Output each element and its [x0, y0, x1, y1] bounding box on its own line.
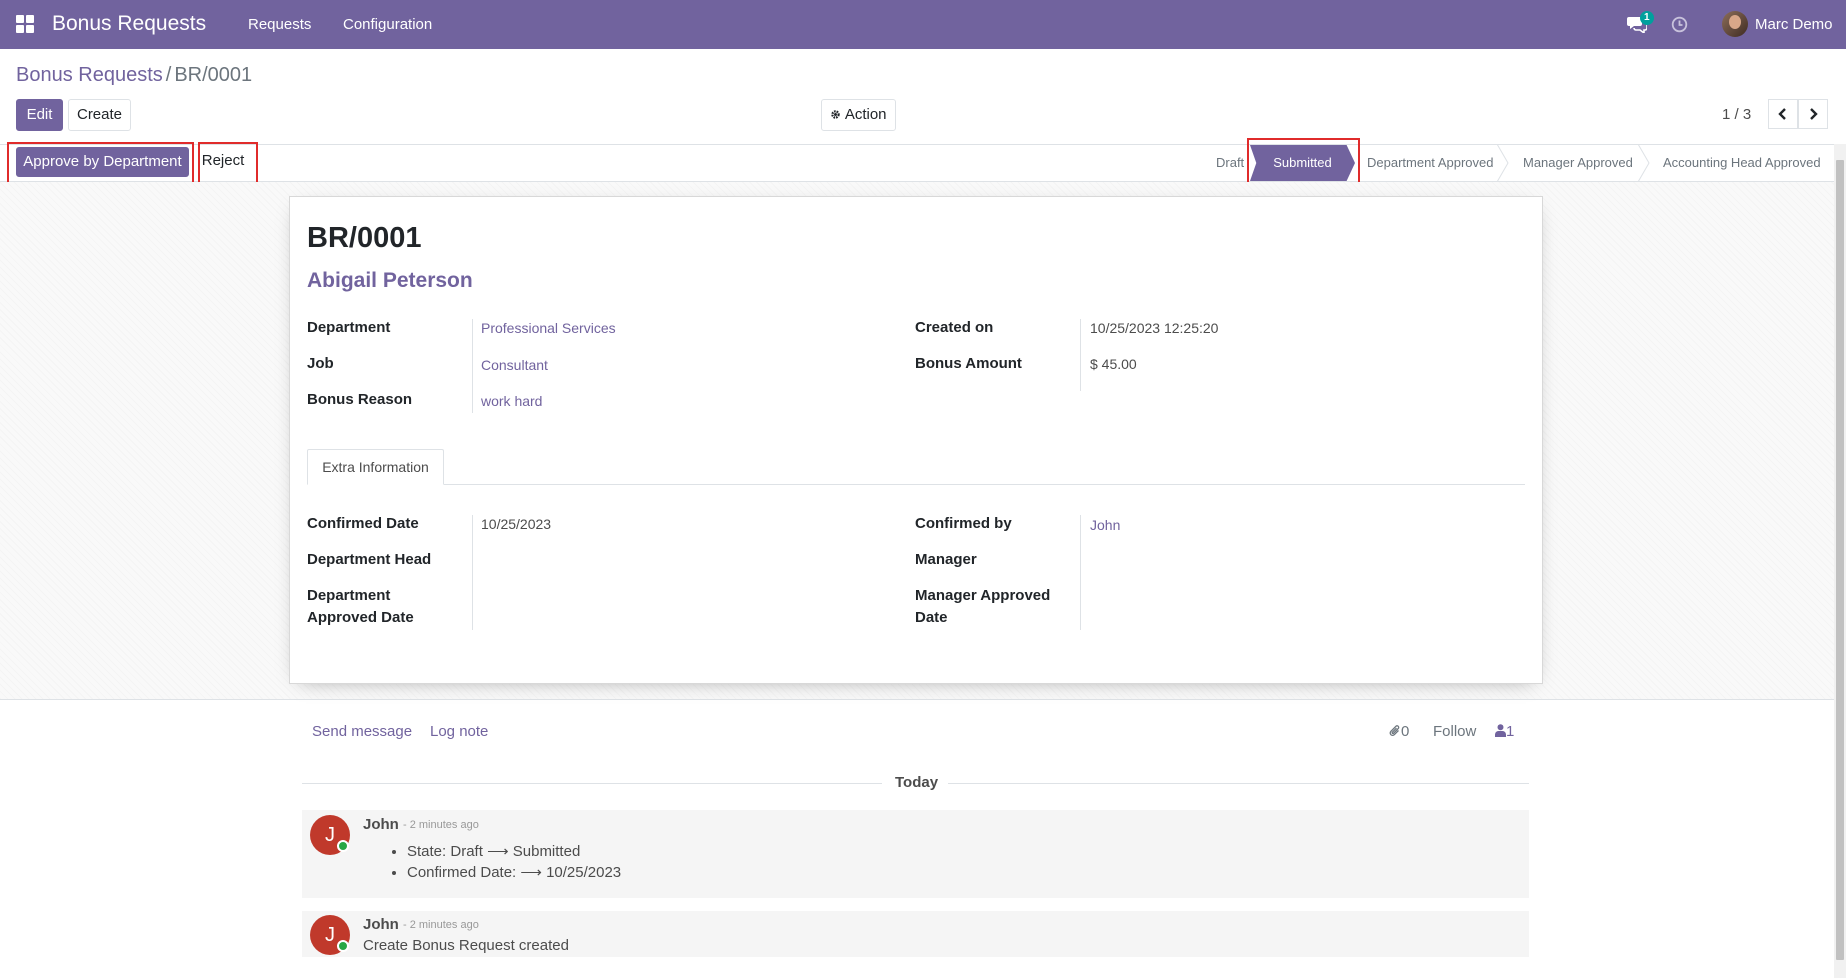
- pager-next-button[interactable]: [1798, 99, 1828, 129]
- message-date: - 2 minutes ago: [403, 819, 479, 831]
- gear-icon: [831, 110, 841, 119]
- long-arrow-right-icon: ⟶: [520, 864, 542, 881]
- date-divider-line: [948, 783, 1529, 784]
- followers-count: 1: [1506, 723, 1515, 740]
- pager-previous-button[interactable]: [1768, 99, 1798, 129]
- message-author[interactable]: John: [363, 916, 399, 933]
- field-divider: [1080, 319, 1081, 391]
- long-arrow-right-icon: ⟶: [487, 843, 509, 860]
- tracking-field: State:: [407, 843, 447, 860]
- follow-button[interactable]: Follow: [1433, 723, 1476, 740]
- confirmed-by-link[interactable]: John: [1090, 517, 1120, 533]
- send-message-button[interactable]: Send message: [312, 723, 412, 740]
- tracking-field: Confirmed Date:: [407, 864, 517, 881]
- field-divider: [1080, 515, 1081, 630]
- message-author[interactable]: John: [363, 816, 399, 833]
- tab-extra-information[interactable]: Extra Information: [307, 449, 444, 485]
- bonus-reason-value: work hard: [481, 393, 543, 409]
- field-divider: [472, 319, 473, 413]
- chat-badge: 1: [1640, 11, 1654, 25]
- highlight-reject: [198, 142, 258, 187]
- label-bonus-reason: Bonus Reason: [307, 391, 413, 408]
- scrollbar-thumb[interactable]: [1836, 160, 1844, 960]
- stage-separator-icon: [1496, 144, 1509, 182]
- followers-button[interactable]: 1: [1495, 723, 1514, 740]
- create-button[interactable]: Create: [68, 99, 131, 131]
- employee-link[interactable]: Abigail Peterson: [307, 269, 473, 293]
- breadcrumb-parent[interactable]: Bonus Requests: [16, 64, 163, 86]
- label-created-on: Created on: [915, 319, 994, 336]
- label-manager-approved-date: Manager Approved Date: [915, 587, 1051, 626]
- date-divider-line: [302, 783, 882, 784]
- online-status-icon: [337, 940, 349, 952]
- online-status-icon: [337, 840, 349, 852]
- label-manager: Manager: [915, 551, 977, 568]
- edit-button[interactable]: Edit: [16, 99, 63, 131]
- message-body: Create Bonus Request created: [363, 937, 569, 954]
- breadcrumb-current: BR/0001: [174, 64, 253, 86]
- user-name[interactable]: Marc Demo: [1755, 16, 1833, 33]
- message-item: J John - 2 minutes ago Create Bonus Requ…: [302, 911, 1529, 957]
- job-link[interactable]: Consultant: [481, 357, 548, 373]
- tracking-item: Confirmed Date: ⟶ 10/25/2023: [407, 863, 621, 884]
- label-confirmed-date: Confirmed Date: [307, 515, 419, 532]
- apps-grid-icon[interactable]: [16, 15, 34, 33]
- label-department-head: Department Head: [307, 551, 432, 568]
- tracking-new-value: Submitted: [512, 843, 581, 860]
- top-navbar: Bonus Requests Requests Configuration 1 …: [0, 0, 1846, 49]
- tab-line: [307, 484, 1525, 485]
- clock-icon[interactable]: [1671, 16, 1688, 33]
- stage-department-approved[interactable]: Department Approved: [1367, 144, 1493, 182]
- app-title[interactable]: Bonus Requests: [52, 12, 206, 36]
- user-avatar[interactable]: [1722, 11, 1748, 37]
- label-confirmed-by: Confirmed by: [915, 515, 1012, 532]
- breadcrumb: Bonus Requests / BR/0001: [16, 64, 252, 87]
- pager-value[interactable]: 1 / 3: [1722, 106, 1751, 123]
- tracking-new-value: 10/25/2023: [546, 864, 622, 881]
- breadcrumb-separator: /: [165, 64, 172, 86]
- tracking-list: State: Draft ⟶ Submitted Confirmed Date:…: [407, 842, 621, 884]
- scrollbar[interactable]: [1834, 144, 1846, 978]
- menu-configuration[interactable]: Configuration: [343, 16, 432, 33]
- menu-requests[interactable]: Requests: [248, 16, 311, 33]
- stage-draft[interactable]: Draft: [1216, 144, 1244, 182]
- action-button[interactable]: Action: [821, 99, 896, 131]
- attachments-count: 0: [1401, 723, 1410, 740]
- stage-accounting-head-approved[interactable]: Accounting Head Approved: [1663, 144, 1821, 182]
- today-separator: Today: [895, 774, 939, 791]
- message-date: - 2 minutes ago: [403, 919, 479, 931]
- label-bonus-amount: Bonus Amount: [915, 355, 1022, 372]
- label-job: Job: [307, 355, 334, 372]
- tracking-item: State: Draft ⟶ Submitted: [407, 842, 621, 863]
- created-on-value: 10/25/2023 12:25:20: [1090, 320, 1219, 336]
- label-department: Department: [307, 319, 391, 336]
- action-label: Action: [844, 106, 887, 123]
- message-item: J John - 2 minutes ago State: Draft ⟶ Su…: [302, 810, 1529, 898]
- chevron-left-icon: [1778, 108, 1786, 120]
- chevron-right-icon: [1810, 108, 1818, 120]
- confirmed-date-value: 10/25/2023: [481, 516, 552, 532]
- log-note-button[interactable]: Log note: [430, 723, 488, 740]
- attachments-button[interactable]: 0: [1389, 723, 1409, 740]
- stage-manager-approved[interactable]: Manager Approved: [1523, 144, 1633, 182]
- user-icon: [1495, 724, 1506, 737]
- label-department-approved-date: Department Approved Date: [307, 587, 414, 626]
- field-divider: [472, 515, 473, 630]
- highlight-approve: [7, 142, 194, 187]
- tracking-old-value: Draft: [450, 843, 483, 860]
- bonus-amount-value: $ 45.00: [1090, 356, 1137, 372]
- record-name: BR/0001: [307, 222, 422, 254]
- stage-separator-icon: [1637, 144, 1650, 182]
- department-link[interactable]: Professional Services: [481, 320, 616, 336]
- paperclip-icon: [1389, 725, 1400, 736]
